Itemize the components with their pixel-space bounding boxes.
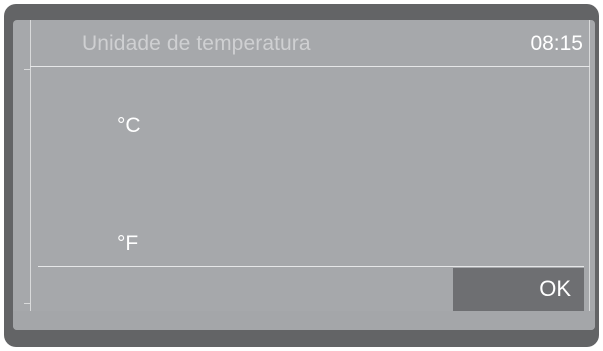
device-bezel: Unidade de temperatura 08:15 °C °F OK bbox=[4, 4, 599, 347]
screen-bottom-strip bbox=[13, 311, 595, 330]
option-fahrenheit[interactable]: °F bbox=[113, 230, 142, 258]
frame-tick-bottom bbox=[24, 303, 31, 304]
frame-left-line bbox=[30, 20, 31, 311]
footer-divider bbox=[38, 266, 584, 267]
display-screen: Unidade de temperatura 08:15 °C °F OK bbox=[13, 20, 595, 330]
ok-button[interactable]: OK bbox=[453, 268, 584, 311]
ok-button-label: OK bbox=[539, 276, 571, 301]
page-title: Unidade de temperatura bbox=[82, 32, 311, 55]
frame-right-line bbox=[589, 20, 590, 311]
frame-tick-top bbox=[24, 69, 31, 70]
header-divider bbox=[30, 66, 590, 67]
clock-display: 08:15 bbox=[530, 32, 583, 55]
option-celsius[interactable]: °C bbox=[113, 112, 145, 140]
